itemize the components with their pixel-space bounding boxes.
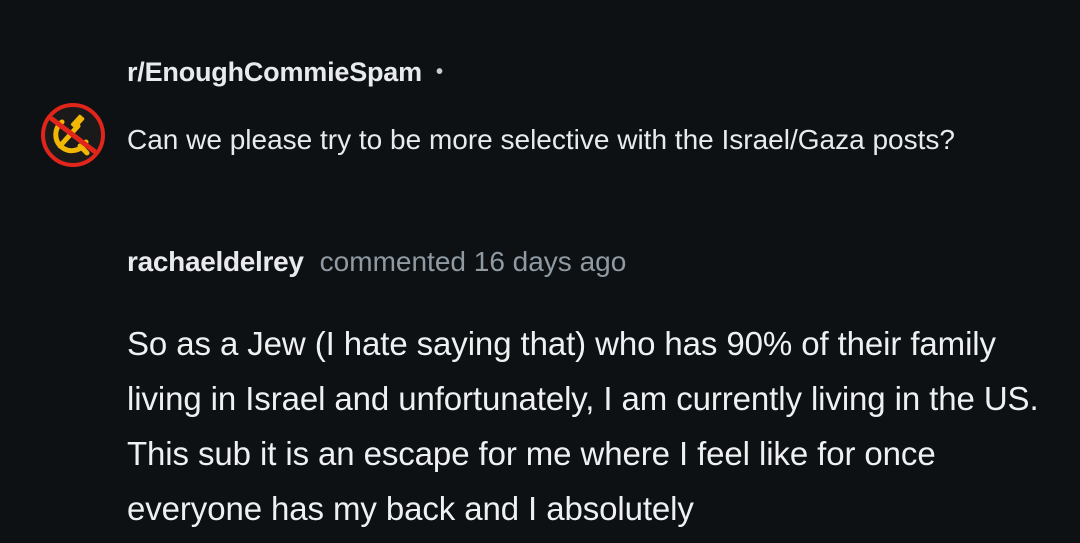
crossed-out-hammer-and-sickle-icon [41,103,105,167]
post-title[interactable]: Can we please try to be more selective w… [127,108,1007,172]
subreddit-header: r/EnoughCommieSpam • [127,52,443,92]
comment-timestamp: commented 16 days ago [319,246,627,277]
comment-meta: rachaeldelrey commented 16 days ago [127,242,626,282]
comment-card: r/EnoughCommieSpam • Can we please try t… [0,0,1080,543]
separator-dot: • [435,60,443,83]
subreddit-avatar[interactable] [40,102,106,168]
comment-body: So as a Jew (I hate saying that) who has… [127,325,1039,527]
comment-username[interactable]: rachaeldelrey [127,246,304,278]
subreddit-name[interactable]: r/EnoughCommieSpam [127,57,422,88]
